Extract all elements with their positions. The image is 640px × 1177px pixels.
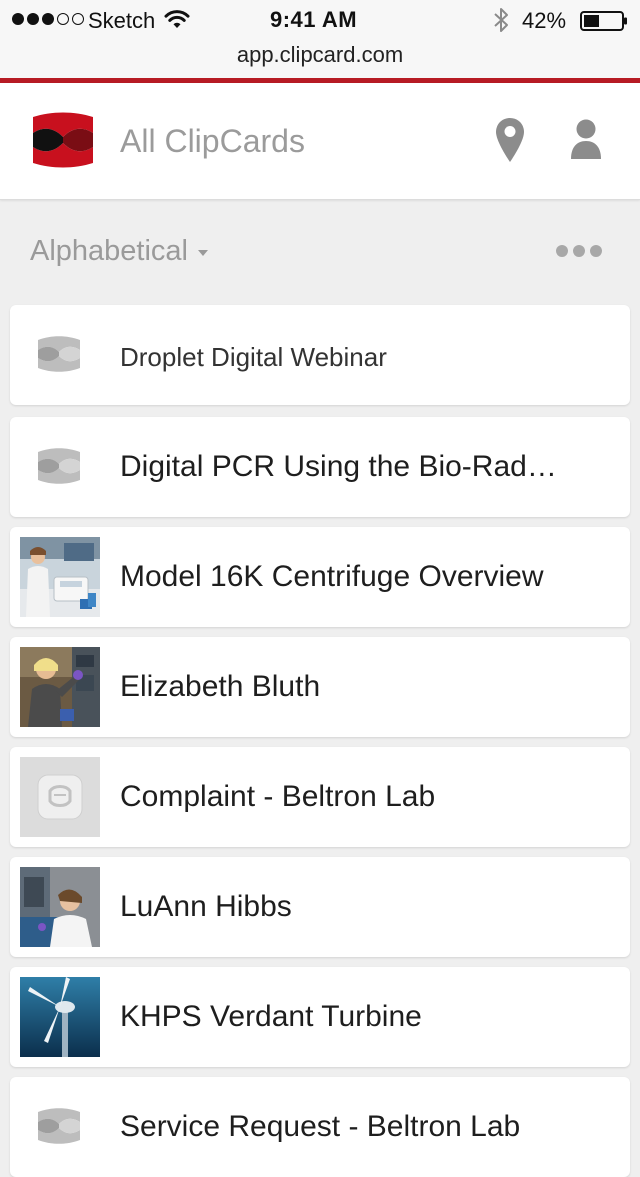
list-item[interactable]: Digital PCR Using the Bio-Rad… — [10, 417, 630, 517]
scientist-photo-thumbnail — [20, 867, 100, 947]
battery-percentage: 42% — [522, 8, 567, 33]
carrier-name: Sketch — [88, 8, 156, 33]
underwater-turbine-photo-thumbnail — [20, 977, 100, 1057]
app-header: All ClipCards — [0, 83, 640, 200]
clock: 9:41 AM — [270, 7, 358, 32]
card-title: Elizabeth Bluth — [120, 670, 321, 703]
wifi-icon — [164, 10, 190, 28]
bluetooth-icon — [494, 8, 508, 32]
clipcard-glyph-icon — [38, 448, 80, 484]
clipcard-logo[interactable] — [30, 111, 96, 169]
clipcard-app-tile-thumbnail — [20, 757, 100, 837]
card-title: KHPS Verdant Turbine — [120, 1000, 422, 1033]
card-title: Digital PCR Using the Bio-Rad… — [120, 450, 557, 483]
sort-row: Alphabetical — [0, 200, 640, 304]
sort-label: Alphabetical — [30, 235, 188, 267]
card-title: LuAnn Hibbs — [120, 890, 292, 923]
sort-dropdown[interactable]: Alphabetical — [30, 232, 208, 270]
status-bar: Sketch 9:41 AM 42% — [0, 0, 640, 42]
card-title: Service Request - Beltron Lab — [120, 1110, 521, 1143]
url-bar[interactable]: app.clipcard.com — [0, 40, 640, 70]
battery-icon — [580, 11, 627, 31]
chevron-down-icon — [198, 250, 208, 256]
list-item[interactable]: KHPS Verdant Turbine — [10, 967, 630, 1067]
list-item[interactable]: Elizabeth Bluth — [10, 637, 630, 737]
clipcard-glyph-icon — [38, 1108, 80, 1144]
user-icon[interactable] — [570, 118, 602, 160]
card-title: Model 16K Centrifuge Overview — [120, 560, 544, 593]
browser-chrome: Sketch 9:41 AM 42% app.clipcard.com — [0, 0, 640, 83]
card-title: Complaint - Beltron Lab — [120, 780, 436, 813]
list-item[interactable]: Service Request - Beltron Lab — [10, 1077, 630, 1177]
signal-strength-icon — [12, 13, 84, 25]
list-item[interactable]: Droplet Digital Webinar — [10, 305, 630, 405]
more-options-icon[interactable] — [556, 242, 602, 260]
clipcard-glyph-icon — [38, 336, 80, 372]
list-item[interactable]: Complaint - Beltron Lab — [10, 747, 630, 847]
location-pin-icon[interactable] — [494, 116, 526, 164]
lab-person-photo-thumbnail — [20, 647, 100, 727]
page-title: All ClipCards — [120, 123, 305, 159]
list-item[interactable]: LuAnn Hibbs — [10, 857, 630, 957]
list-item[interactable]: Model 16K Centrifuge Overview — [10, 527, 630, 627]
card-title: Droplet Digital Webinar — [120, 342, 387, 372]
centrifuge-photo-thumbnail — [20, 537, 100, 617]
